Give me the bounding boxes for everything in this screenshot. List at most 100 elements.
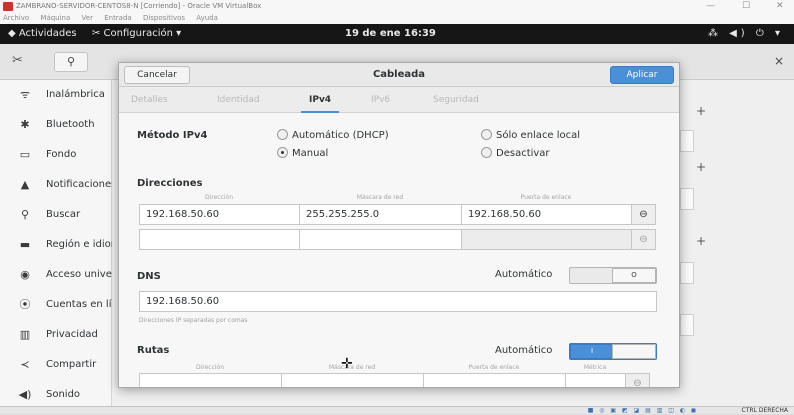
radio-indicator xyxy=(277,129,288,140)
menu-ver[interactable]: Ver xyxy=(82,14,93,22)
gnome-top-bar: ◆ Actividades ✂ Configuración ▾ 19 de en… xyxy=(0,24,794,44)
cancel-button[interactable]: Cancelar xyxy=(124,66,190,84)
radio-label: Sólo enlace local xyxy=(496,130,581,141)
close-icon[interactable]: × xyxy=(774,54,784,68)
radio-disable[interactable]: Desactivar xyxy=(481,147,550,160)
dns-title: DNS xyxy=(137,271,161,282)
radio-indicator xyxy=(481,129,492,140)
delete-address-button[interactable]: ⊖ xyxy=(631,229,656,250)
sidebar-item-notifications[interactable]: ▲ Notificaciones xyxy=(0,170,112,200)
radio-label: Manual xyxy=(292,148,329,159)
search-toggle-button[interactable]: ⚲ xyxy=(54,52,88,72)
vm-title-text: ZAMBRANO-SERVIDOR-CENTOS8-N [Corriendo] … xyxy=(16,2,262,10)
add-vpn-plus-icon[interactable]: + xyxy=(696,160,706,174)
netmask-field[interactable]: 255.255.255.0 xyxy=(299,204,462,225)
tab-details[interactable]: Detalles xyxy=(131,87,168,113)
notifications-icon: ▲ xyxy=(20,178,30,191)
radio-indicator-selected xyxy=(277,147,288,158)
netmask-field[interactable] xyxy=(299,229,462,250)
dns-servers-field[interactable]: 192.168.50.60 xyxy=(139,291,657,312)
menu-dispositivos[interactable]: Dispositivos xyxy=(143,14,185,22)
region-icon: ▬ xyxy=(19,238,31,251)
sidebar-item-wifi[interactable]: ᯤ Inalámbrica xyxy=(0,80,112,110)
sidebar-item-online-accounts[interactable]: ⦿ Cuentas en línea xyxy=(0,290,113,320)
tab-ipv6[interactable]: IPv6 xyxy=(371,87,390,113)
switch-off-indicator: O xyxy=(612,268,656,283)
menu-maquina[interactable]: Máquina xyxy=(40,14,70,22)
route-metric-field[interactable] xyxy=(565,373,626,387)
radio-automatic-dhcp[interactable]: Automático (DHCP) xyxy=(277,129,389,142)
apply-button[interactable]: Aplicar xyxy=(610,66,674,84)
menu-entrada[interactable]: Entrada xyxy=(104,14,132,22)
app-menu-button[interactable]: ✂ Configuración ▾ xyxy=(92,24,181,44)
background-row-box xyxy=(680,262,694,284)
dialog-tabs: Detalles Identidad IPv4 IPv6 Seguridad xyxy=(119,87,679,113)
minimize-button[interactable]: — xyxy=(706,0,715,13)
sidebar-item-label: Inalámbrica xyxy=(46,89,105,100)
ipv4-method-label: Método IPv4 xyxy=(137,130,208,141)
settings-sidebar: ᯤ Inalámbrica ✱ Bluetooth ▭ Fondo ▲ Notifica… xyxy=(0,80,112,406)
routes-automatic-label: Automático xyxy=(495,345,553,356)
background-row-box xyxy=(680,314,694,336)
routes-automatic-switch[interactable]: I xyxy=(569,343,657,360)
delete-route-button[interactable]: ⊖ xyxy=(625,373,650,387)
column-header-route-address: Dirección xyxy=(195,364,225,371)
sidebar-item-label: Notificaciones xyxy=(46,179,112,190)
accounts-icon: ⦿ xyxy=(19,298,31,311)
address-field[interactable]: 192.168.50.60 xyxy=(139,204,300,225)
sidebar-item-sharing[interactable]: ≺ Compartir xyxy=(0,350,112,380)
background-row-box xyxy=(680,188,694,210)
virtualbox-window: ZAMBRANO-SERVIDOR-CENTOS8-N [Corriendo] … xyxy=(0,0,794,414)
switch-on-indicator: I xyxy=(570,344,614,359)
radio-label: Automático (DHCP) xyxy=(292,130,389,141)
sidebar-item-search[interactable]: ⚲ Buscar xyxy=(0,200,112,230)
dns-automatic-label: Automático xyxy=(495,269,553,280)
dialog-header: Cableada Cancelar Aplicar xyxy=(119,63,679,87)
menu-archivo[interactable]: Archivo xyxy=(3,14,29,22)
bluetooth-icon: ✱ xyxy=(20,118,30,131)
dns-automatic-switch[interactable]: O xyxy=(569,267,657,284)
sidebar-item-label: Privacidad xyxy=(46,329,98,340)
sidebar-item-label: Sonido xyxy=(46,389,81,400)
maximize-button[interactable]: ☐ xyxy=(742,0,750,13)
tab-ipv4[interactable]: IPv4 xyxy=(301,87,340,113)
virtualbox-logo-icon xyxy=(3,2,13,11)
dialog-title: Cableada xyxy=(372,69,426,80)
gateway-field[interactable] xyxy=(461,229,632,250)
privacy-icon: ▥ xyxy=(19,328,31,341)
close-window-button[interactable]: ✕ xyxy=(776,0,784,13)
column-header-route-metric: Métrica xyxy=(583,364,607,371)
activities-button[interactable]: ◆ Actividades xyxy=(8,24,77,44)
vm-status-bar: ■ ◎ ▣ ◩ ◪ ▤ ▥ ◫ ◐ ◼ CTRL DERECHA xyxy=(0,406,794,414)
radio-indicator xyxy=(481,147,492,158)
addresses-title: Direcciones xyxy=(137,178,203,189)
clock[interactable]: 19 de ene 16:39 xyxy=(345,24,436,44)
sidebar-item-background[interactable]: ▭ Fondo xyxy=(0,140,112,170)
background-icon: ▭ xyxy=(19,148,31,161)
mouse-cursor-icon: ✛ xyxy=(341,356,353,372)
sidebar-item-region[interactable]: ▬ Región e idioma xyxy=(0,230,112,260)
switch-thumb xyxy=(612,344,656,359)
route-gateway-field[interactable] xyxy=(423,373,566,387)
gateway-field[interactable]: 192.168.50.60 xyxy=(461,204,632,225)
dns-hint: Direcciones IP separadas por comas xyxy=(139,317,248,324)
delete-address-button[interactable]: ⊖ xyxy=(631,204,656,225)
radio-link-local[interactable]: Sólo enlace local xyxy=(481,129,580,142)
sidebar-item-bluetooth[interactable]: ✱ Bluetooth xyxy=(0,110,112,140)
sidebar-item-privacy[interactable]: ▥ Privacidad xyxy=(0,320,112,350)
sidebar-item-accessibility[interactable]: ◉ Acceso universal xyxy=(0,260,112,290)
vm-title-bar: ZAMBRANO-SERVIDOR-CENTOS8-N [Corriendo] … xyxy=(0,0,794,13)
add-connection-plus-icon[interactable]: + xyxy=(696,104,706,118)
wired-connection-dialog: Cableada Cancelar Aplicar Detalles Ident… xyxy=(118,62,680,388)
vm-menu-bar: Archivo Máquina Ver Entrada Dispositivos… xyxy=(0,13,794,24)
address-field[interactable] xyxy=(139,229,300,250)
radio-manual[interactable]: Manual xyxy=(277,147,328,160)
system-tray[interactable]: ⁂ ◀) ⏻ ▾ xyxy=(708,24,784,44)
sidebar-item-label: Bluetooth xyxy=(46,119,95,130)
tab-security[interactable]: Seguridad xyxy=(433,87,479,113)
add-proxy-plus-icon[interactable]: + xyxy=(696,234,706,248)
route-netmask-field[interactable] xyxy=(281,373,424,387)
menu-ayuda[interactable]: Ayuda xyxy=(196,14,218,22)
tab-identity[interactable]: Identidad xyxy=(217,87,260,113)
route-address-field[interactable] xyxy=(139,373,282,387)
